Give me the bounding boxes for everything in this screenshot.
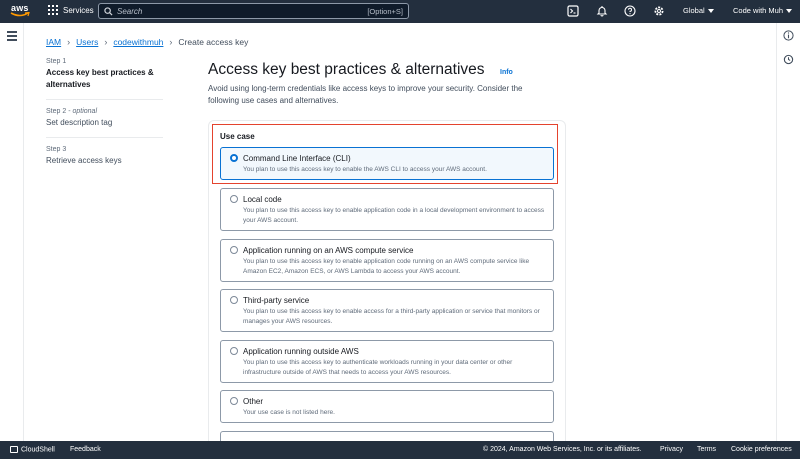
step-title: Access key best practices & alternatives	[46, 68, 154, 89]
step-number: Step 1	[46, 58, 67, 65]
region-selector[interactable]: Global	[683, 6, 714, 15]
chevron-down-icon	[786, 9, 793, 14]
use-case-label: Use case	[220, 132, 255, 141]
services-menu[interactable]: Services	[48, 5, 94, 15]
option-aws-compute[interactable]: Application running on an AWS compute se…	[220, 239, 554, 282]
step-number: Step 3	[46, 146, 67, 153]
page-description: Avoid using long-term credentials like a…	[208, 84, 523, 105]
option-description: You plan to use this access key to enabl…	[243, 166, 487, 173]
option-other[interactable]: Other Your use case is not listed here.	[220, 390, 554, 423]
search-icon	[104, 6, 113, 16]
radio-button[interactable]	[230, 397, 238, 405]
cloudshell-label: CloudShell	[21, 446, 55, 454]
top-navigation: aws Services Search [Option+S] Global Co…	[0, 0, 800, 23]
right-rail	[776, 23, 800, 441]
radio-button[interactable]	[230, 246, 238, 254]
breadcrumb-user[interactable]: codewithmuh	[113, 37, 163, 47]
breadcrumb-current: Create access key	[178, 37, 249, 47]
breadcrumb-iam[interactable]: IAM	[46, 37, 61, 47]
option-local-code[interactable]: Local code You plan to use this access k…	[220, 188, 554, 231]
bell-icon[interactable]	[596, 5, 608, 17]
option-description: You plan to use this access key to authe…	[243, 359, 513, 376]
privacy-link[interactable]: Privacy	[660, 446, 683, 453]
radio-button[interactable]	[230, 195, 238, 203]
radio-button[interactable]	[230, 347, 238, 355]
step-optional: optional	[72, 108, 98, 115]
chevron-right-icon: ›	[67, 37, 71, 47]
breadcrumb: IAM › Users › codewithmuh › Create acces…	[46, 37, 248, 47]
option-description: You plan to use this access key to enabl…	[243, 207, 545, 224]
page-title: Access key best practices & alternatives	[208, 61, 485, 78]
step-title: Retrieve access keys	[46, 156, 122, 165]
grid-icon	[48, 5, 58, 15]
hamburger-icon[interactable]	[7, 31, 17, 43]
step-number: Step 2	[46, 108, 67, 115]
option-third-party[interactable]: Third-party service You plan to use this…	[220, 289, 554, 332]
footer: CloudShell Feedback © 2024, Amazon Web S…	[0, 441, 800, 459]
feedback-link[interactable]: Feedback	[70, 446, 101, 453]
cloudshell-icon	[10, 446, 18, 453]
option-description: You plan to use this access key to enabl…	[243, 258, 530, 275]
option-title: Application running outside AWS	[243, 347, 359, 356]
region-label: Global	[683, 6, 705, 15]
chevron-right-icon: ›	[169, 37, 173, 47]
step-2: Step 2 - optional Set description tag	[46, 108, 163, 138]
cloudshell-link[interactable]: CloudShell	[10, 446, 55, 453]
step-title: Set description tag	[46, 118, 113, 127]
option-description: Your use case is not listed here.	[243, 409, 335, 416]
chevron-down-icon	[707, 9, 714, 14]
option-cli[interactable]: Command Line Interface (CLI) You plan to…	[220, 147, 554, 180]
info-link[interactable]: Info	[500, 69, 513, 76]
step-1: Step 1 Access key best practices & alter…	[46, 58, 163, 100]
option-description: You plan to use this access key to enabl…	[243, 308, 540, 325]
user-label: Code with Muh	[733, 6, 784, 15]
radio-button[interactable]	[230, 154, 238, 162]
search-input[interactable]: Search [Option+S]	[98, 3, 409, 19]
clock-icon[interactable]	[783, 54, 794, 65]
option-title: Local code	[243, 195, 282, 204]
option-title: Third-party service	[243, 296, 310, 305]
search-shortcut: [Option+S]	[367, 7, 403, 16]
copyright-text: © 2024, Amazon Web Services, Inc. or its…	[483, 446, 642, 453]
help-icon[interactable]	[624, 5, 636, 17]
wizard-steps: Step 1 Access key best practices & alter…	[46, 58, 163, 183]
option-title: Other	[243, 397, 264, 406]
aws-logo-icon[interactable]: aws	[10, 2, 32, 20]
services-label: Services	[63, 5, 94, 15]
left-rail	[0, 23, 24, 441]
option-outside-aws[interactable]: Application running outside AWS You plan…	[220, 340, 554, 383]
search-placeholder: Search	[117, 6, 143, 16]
cookie-preferences-link[interactable]: Cookie preferences	[731, 446, 792, 453]
step-3: Step 3 Retrieve access keys	[46, 146, 163, 175]
account-menu[interactable]: Code with Muh	[733, 6, 793, 15]
settings-icon[interactable]	[653, 5, 665, 17]
cloudshell-icon[interactable]	[567, 5, 579, 17]
terms-link[interactable]: Terms	[697, 446, 716, 453]
info-circle-icon[interactable]	[783, 30, 794, 41]
option-title: Command Line Interface (CLI)	[243, 154, 351, 163]
step-number-row: Step 2 - optional	[46, 108, 98, 115]
breadcrumb-users[interactable]: Users	[76, 37, 98, 47]
radio-button[interactable]	[230, 296, 238, 304]
option-title: Application running on an AWS compute se…	[243, 246, 414, 255]
chevron-right-icon: ›	[104, 37, 108, 47]
